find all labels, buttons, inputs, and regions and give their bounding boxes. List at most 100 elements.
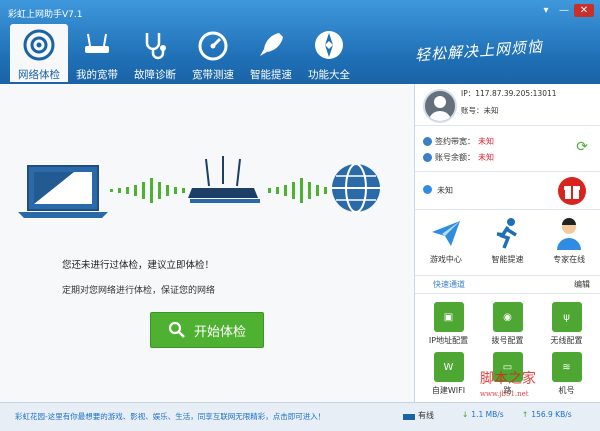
ip-label: IP： [461,89,476,98]
promo-text: 未知 [437,186,453,195]
game-center[interactable]: 游戏中心 [418,216,474,275]
expert-icon [557,218,582,250]
balance-row: 账号余额： 未知 [423,152,494,163]
up-value: 156.9 KB/s [531,410,572,419]
plan-panel: 签约带宽： 未知 账号余额： 未知 ⟳ [415,126,600,172]
grid-icon [315,31,343,59]
main-toolbar: 网络体检 我的宽带 故障诊断 宽带测速 智能提速 功能大全 [10,24,358,82]
account-line: 账号：未知 [461,105,499,116]
upload-speed: ↑ 156.9 KB/s [522,410,572,419]
signal-dots-left [110,178,185,203]
quick-header: 快速通道 编辑 [415,276,600,294]
quick-dial-config[interactable]: ◉ 拨号配置 [478,302,537,346]
tab-diagnosis[interactable]: 故障诊断 [126,24,184,82]
account-label: 账号： [461,106,484,115]
minimize-button[interactable]: — [556,4,572,17]
smart-boost[interactable]: 智能提速 [479,216,535,275]
tab-all-features[interactable]: 功能大全 [300,24,358,82]
avatar[interactable] [423,89,457,123]
network-icon [403,413,415,420]
runner-icon [497,218,518,249]
heart-icon [423,185,432,194]
stethoscope-icon [145,33,166,60]
ip-line: IP：117.87.39.205:13011 [461,88,557,99]
user-icon [429,96,451,121]
tab-smart-boost[interactable]: 智能提速 [242,24,300,82]
plan-label: 签约带宽： [435,137,475,146]
status-bar: 彩虹花园-这里有你最想要的游戏、影视、娱乐、生活，同享互联网无限精彩，点击即可进… [0,402,600,431]
expert-online[interactable]: 专家在线 [541,216,597,275]
title-bar: 彩虹上网助手V7.1 ▾ — ✕ 网络体检 我的宽带 故障诊断 宽带测速 智能提… [0,0,600,84]
watermark-text: 脚本之家 [480,371,536,387]
menu-button[interactable]: ▾ [538,4,554,17]
check-submessage: 定期对您网络进行体检，保证您的网络 [62,286,216,296]
tab-label: 故障诊断 [134,69,176,81]
tab-quick-access[interactable]: 快速通道 [433,279,465,290]
window-controls: ▾ — ✕ [538,4,594,17]
network-check-panel: 您还未进行过体检，建议立即体检！ 定期对您网络进行体检，保证您的网络 开始体检 [0,84,414,402]
gift-shape [564,186,580,199]
quick-label: 机号 [558,386,575,395]
tab-label: 宽带测速 [192,69,234,81]
start-check-button[interactable]: 开始体检 [150,312,264,348]
laptop-icon [18,165,108,218]
account-value: 未知 [483,106,499,115]
target-icon [23,29,55,61]
tab-speed-test[interactable]: 宽带测速 [184,24,242,82]
service-label: 游戏中心 [429,255,462,264]
start-check-label: 开始体检 [193,324,246,340]
quick-wifi[interactable]: W 自建WIFI [419,352,478,396]
speedometer-icon [198,31,228,61]
speed-icon [423,137,432,146]
tab-my-broadband[interactable]: 我的宽带 [68,24,126,82]
down-arrow-icon: ↓ [462,410,469,419]
balance-label: 账号余额： [435,153,475,162]
user-panel: IP：117.87.39.205:13011 账号：未知 [415,84,600,126]
ad-link[interactable]: 彩虹花园-这里有你最想要的游戏、影视、娱乐、生活，同享互联网无限精彩，点击即可进… [15,411,325,422]
close-button[interactable]: ✕ [574,4,594,17]
up-arrow-icon: ↑ [522,410,529,419]
globe-icon [332,163,380,213]
plan-value: 未知 [478,137,494,146]
quick-ip-config[interactable]: ▣ IP地址配置 [419,302,478,346]
quick-wireless-config[interactable]: ψ 无线配置 [537,302,596,346]
quick-label: 拨号配置 [491,336,524,345]
dialer-icon: ◉ [492,302,523,332]
balance-value: 未知 [478,153,494,162]
download-speed: ↓ 1.1 MB/s [462,410,504,419]
promo-row: 未知 [415,172,600,210]
edit-link[interactable]: 编辑 [574,279,590,290]
tab-label: 功能大全 [308,69,350,81]
gift-icon[interactable] [558,177,586,205]
refresh-icon[interactable]: ⟳ [576,139,588,155]
router-icon [85,33,109,53]
quick-label: IP地址配置 [428,336,469,345]
tab-label: 智能提速 [250,69,292,81]
plan-row: 签约带宽： 未知 [423,136,494,147]
paper-plane-icon [431,221,460,246]
quick-label: 自建WIFI [431,386,466,395]
signal-dots-right [268,178,327,203]
network-diagram [18,156,380,218]
app-title: 彩虹上网助手V7.1 [8,10,83,20]
quick-label: 无线配置 [550,336,583,345]
ip-value: 117.87.39.205:13011 [475,89,557,98]
tab-network-check[interactable]: 网络体检 [10,24,68,82]
slogan: 轻松解决上网烦恼 [414,37,544,65]
check-message: 您还未进行过体检，建议立即体检！ [62,260,215,271]
monitor-icon: ▣ [433,302,464,332]
connection-status: 有线 [403,410,434,421]
service-label: 智能提速 [491,255,524,264]
service-row: 游戏中心 智能提速 专家在线 [415,210,600,276]
tab-label: 我的宽带 [76,69,118,81]
wallet-icon [423,153,432,162]
watermark: 脚本之家 www.jb51.net [480,368,536,398]
antenna-icon: ψ [551,302,582,332]
router-device-icon [188,156,260,203]
quick-phone[interactable]: ≋ 机号 [537,352,596,396]
tab-label: 网络体检 [18,69,60,81]
sidebar: IP：117.87.39.205:13011 账号：未知 签约带宽： 未知 账号余… [414,84,600,402]
down-value: 1.1 MB/s [471,410,504,419]
watermark-url: www.jb51.net [480,390,529,398]
wifi-icon: W [433,352,464,382]
